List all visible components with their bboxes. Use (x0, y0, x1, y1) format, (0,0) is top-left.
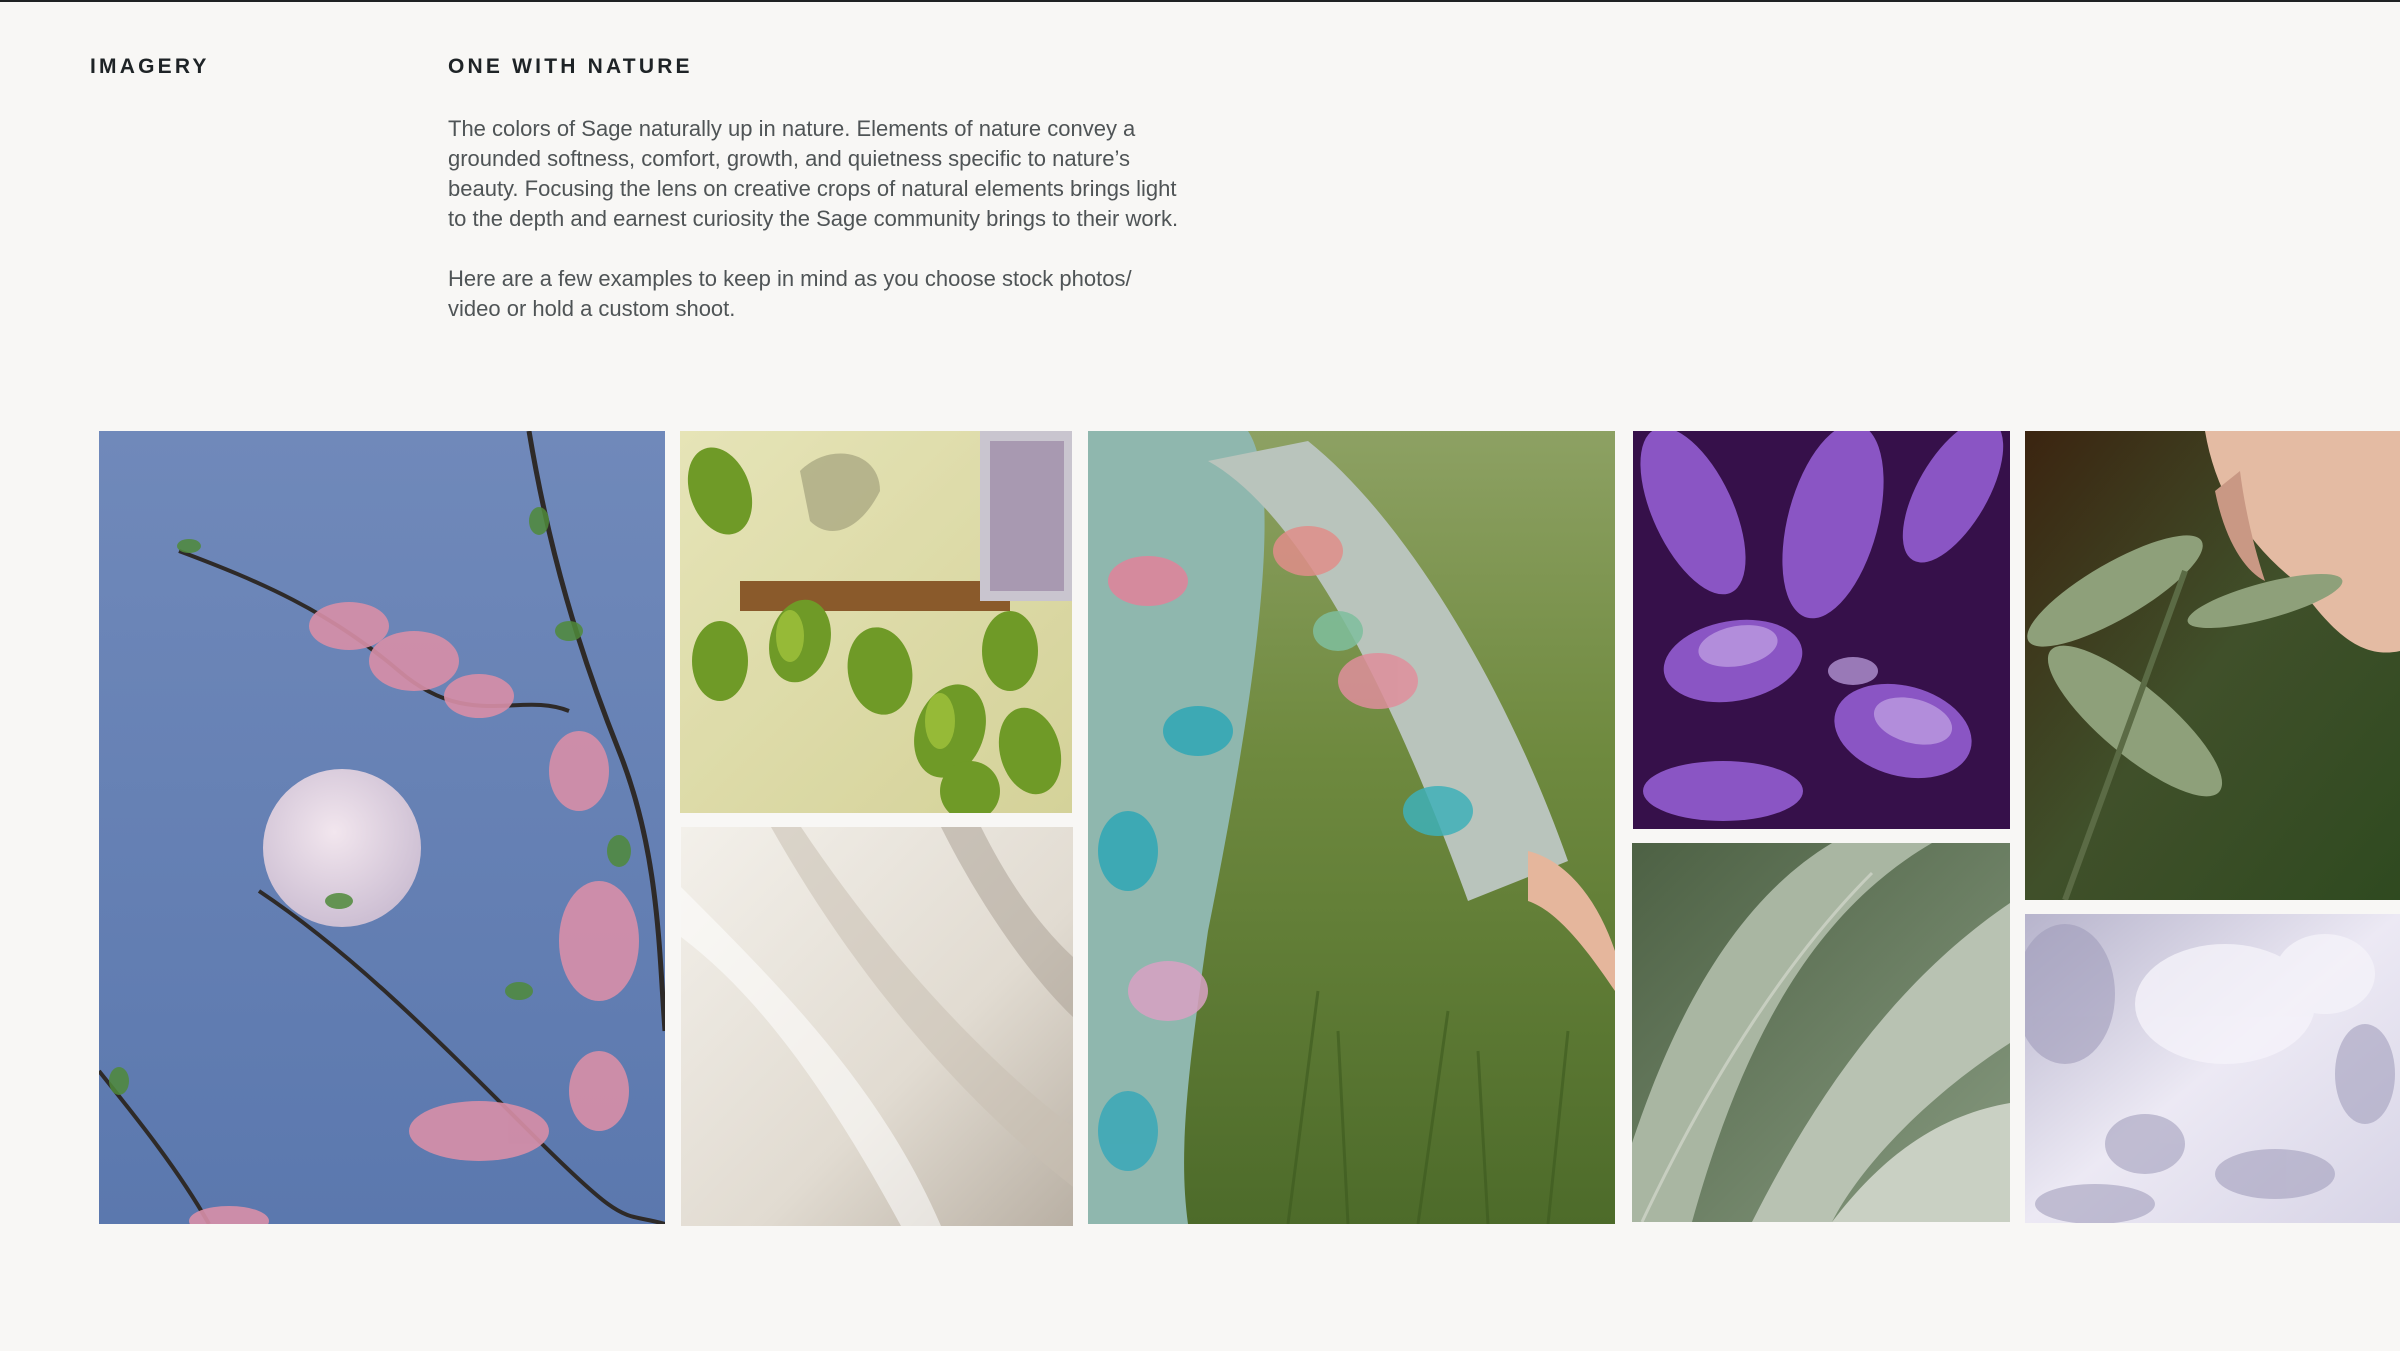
section-description: The colors of Sage naturally up in natur… (448, 114, 1188, 354)
white-fabric-photo (681, 827, 1073, 1226)
purple-sage-leaves-photo (1633, 431, 2010, 829)
section-heading: ONE WITH NATURE (448, 55, 693, 78)
sage-leaf-closeup-photo (1632, 843, 2010, 1222)
pothos-plant-photo (680, 431, 1072, 813)
section-label: IMAGERY (90, 55, 210, 78)
leaf-shadow-photo (2025, 914, 2400, 1223)
description-paragraph: The colors of Sage naturally up in natur… (448, 116, 1179, 231)
top-divider (0, 0, 2400, 2)
hand-touching-sage-photo (2025, 431, 2400, 900)
floral-dress-grass-photo (1088, 431, 1615, 1224)
moon-blossom-photo (99, 431, 665, 1224)
description-paragraph: Here are a few examples to keep in mind … (448, 266, 1132, 321)
